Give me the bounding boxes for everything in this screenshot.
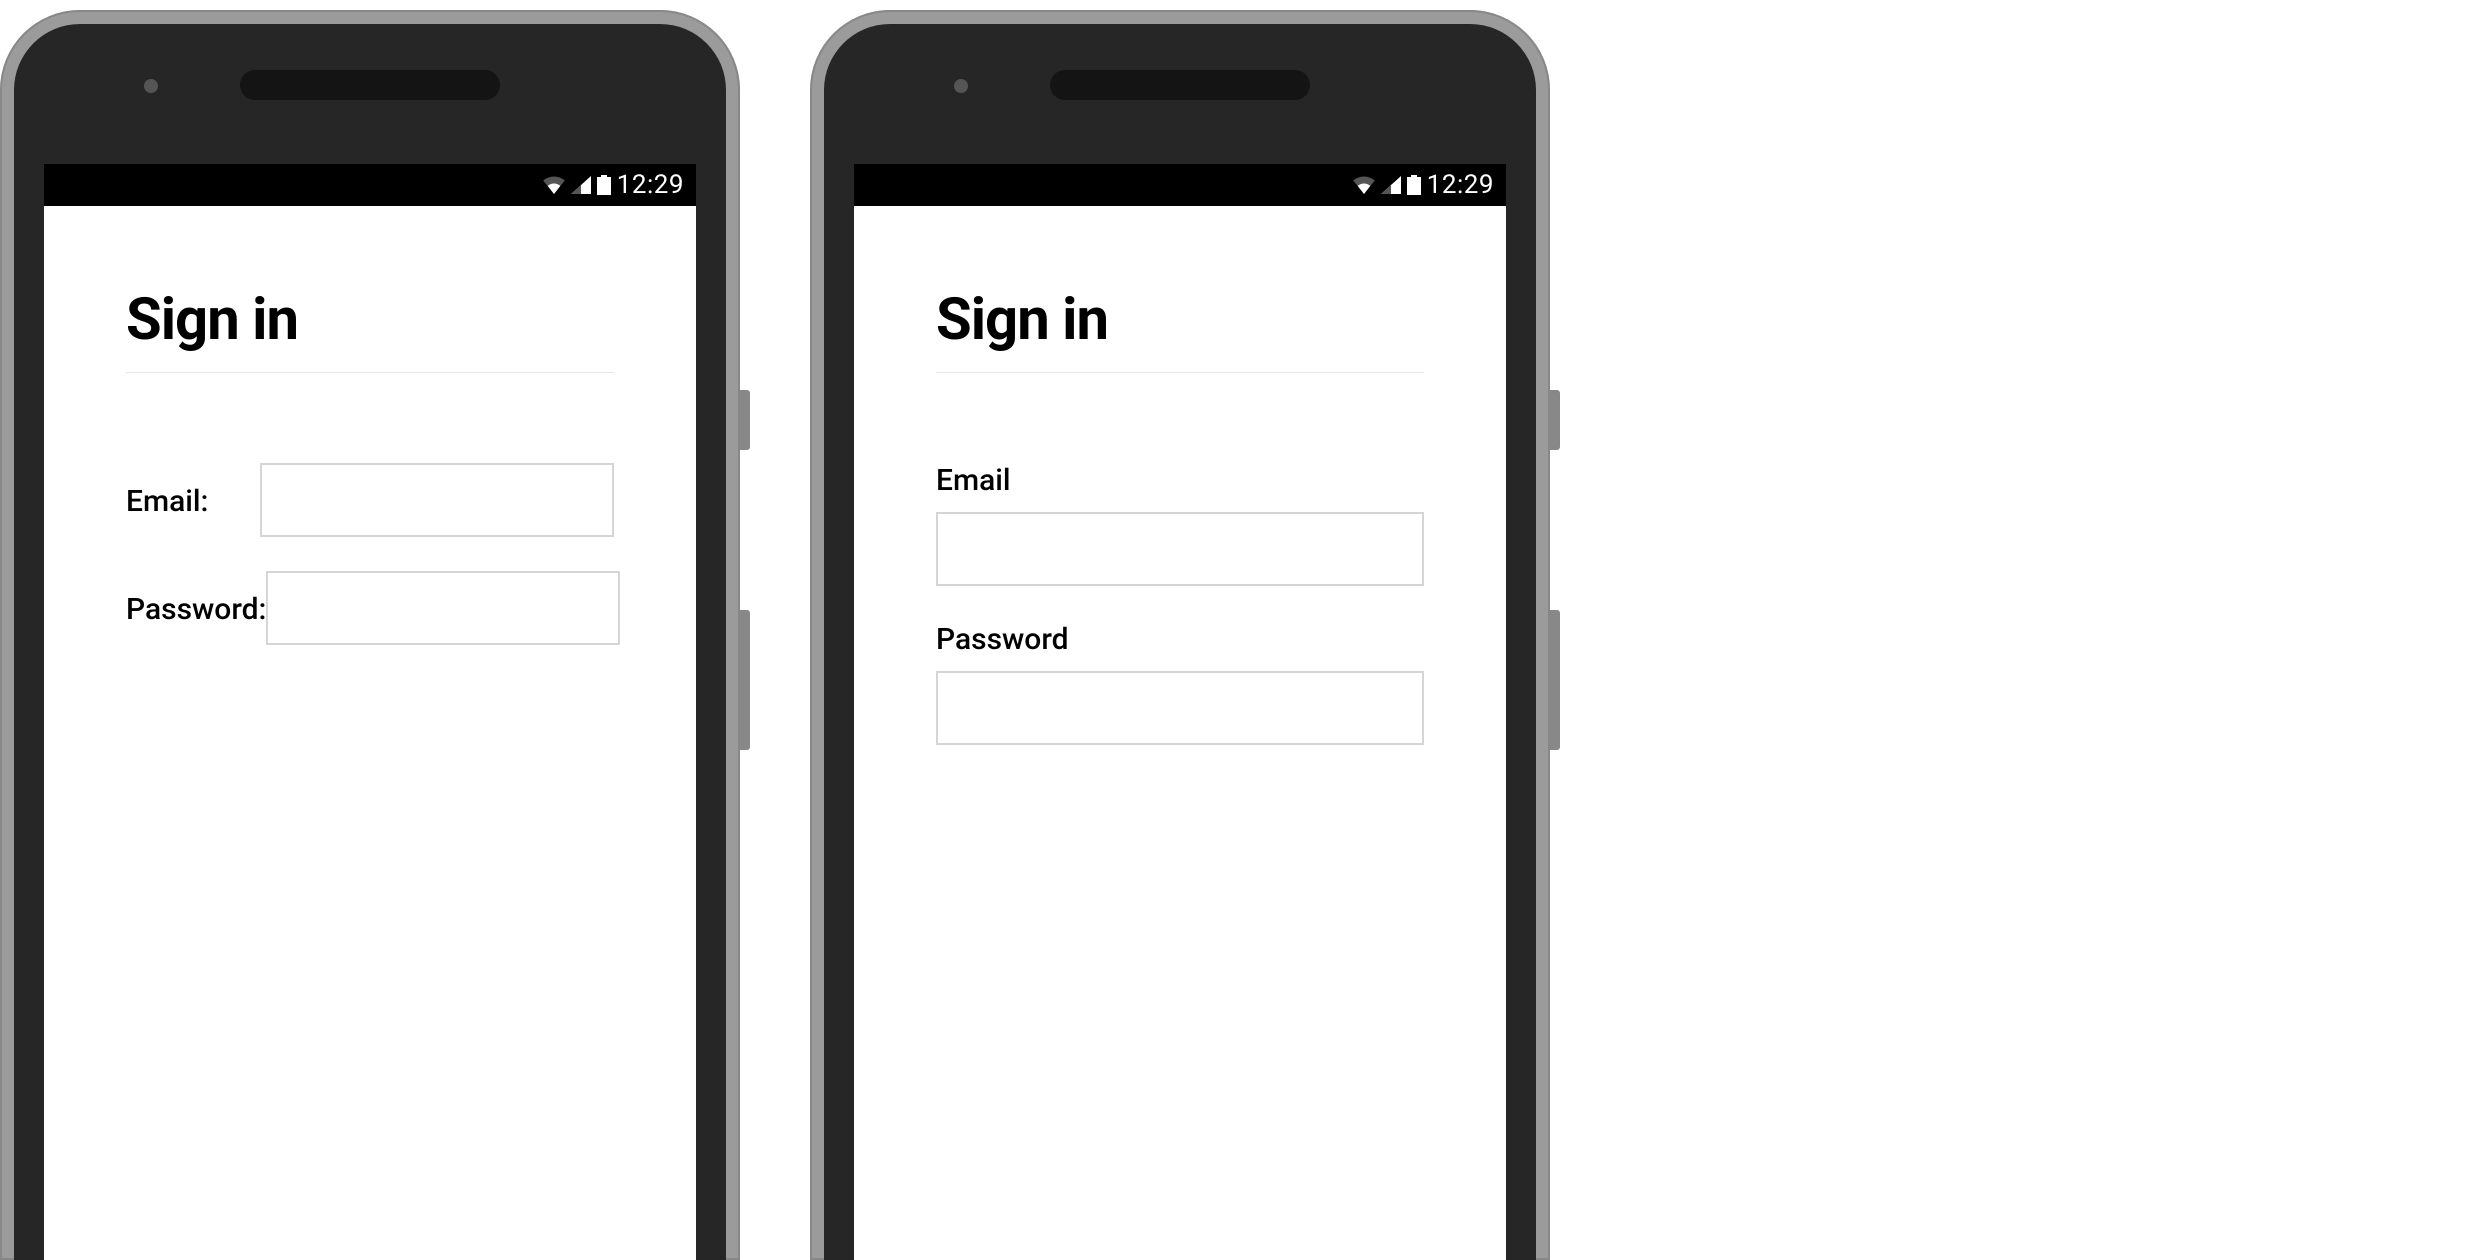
screen-content: Sign in Email Password xyxy=(854,206,1506,745)
comparison-canvas: 12:29 Sign in Email: Password: xyxy=(0,0,2491,1260)
password-label: Password xyxy=(936,622,1424,657)
phone-inner-shell: 12:29 Sign in Email Password xyxy=(824,24,1536,1260)
android-status-bar: 12:29 xyxy=(854,164,1506,206)
title-divider xyxy=(936,372,1424,373)
title-divider xyxy=(126,372,614,373)
phone-inner-shell: 12:29 Sign in Email: Password: xyxy=(14,24,726,1260)
cellular-icon xyxy=(571,176,591,194)
phone-side-button xyxy=(1550,610,1560,750)
screen-content: Sign in Email: Password: xyxy=(44,206,696,645)
page-title: Sign in xyxy=(126,286,614,372)
wifi-icon xyxy=(1353,176,1375,194)
status-bar-clock: 12:29 xyxy=(617,170,684,200)
page-title: Sign in xyxy=(936,286,1424,372)
email-row: Email: xyxy=(126,463,614,537)
android-status-bar: 12:29 xyxy=(44,164,696,206)
password-row: Password xyxy=(936,622,1424,745)
phone-screen: 12:29 Sign in Email: Password: xyxy=(44,164,696,1260)
cellular-icon xyxy=(1381,176,1401,194)
email-field[interactable] xyxy=(936,512,1424,586)
wifi-icon xyxy=(543,176,565,194)
status-bar-clock: 12:29 xyxy=(1427,170,1494,200)
email-row: Email xyxy=(936,463,1424,586)
email-label: Email: xyxy=(126,482,260,519)
phone-side-button xyxy=(740,610,750,750)
battery-icon xyxy=(597,175,611,195)
phone-side-button xyxy=(1550,390,1560,450)
password-field[interactable] xyxy=(266,571,620,645)
phone-mockup-stacked-labels: 12:29 Sign in Email Password xyxy=(810,10,1550,1260)
battery-icon xyxy=(1407,175,1421,195)
email-field[interactable] xyxy=(260,463,614,537)
speaker-icon xyxy=(1050,70,1310,100)
phone-side-button xyxy=(740,390,750,450)
camera-icon xyxy=(144,79,158,93)
speaker-icon xyxy=(240,70,500,100)
email-label: Email xyxy=(936,463,1424,498)
phone-screen: 12:29 Sign in Email Password xyxy=(854,164,1506,1260)
camera-icon xyxy=(954,79,968,93)
phone-mockup-inline-labels: 12:29 Sign in Email: Password: xyxy=(0,10,740,1260)
password-label: Password: xyxy=(126,590,266,627)
password-row: Password: xyxy=(126,571,614,645)
password-field[interactable] xyxy=(936,671,1424,745)
